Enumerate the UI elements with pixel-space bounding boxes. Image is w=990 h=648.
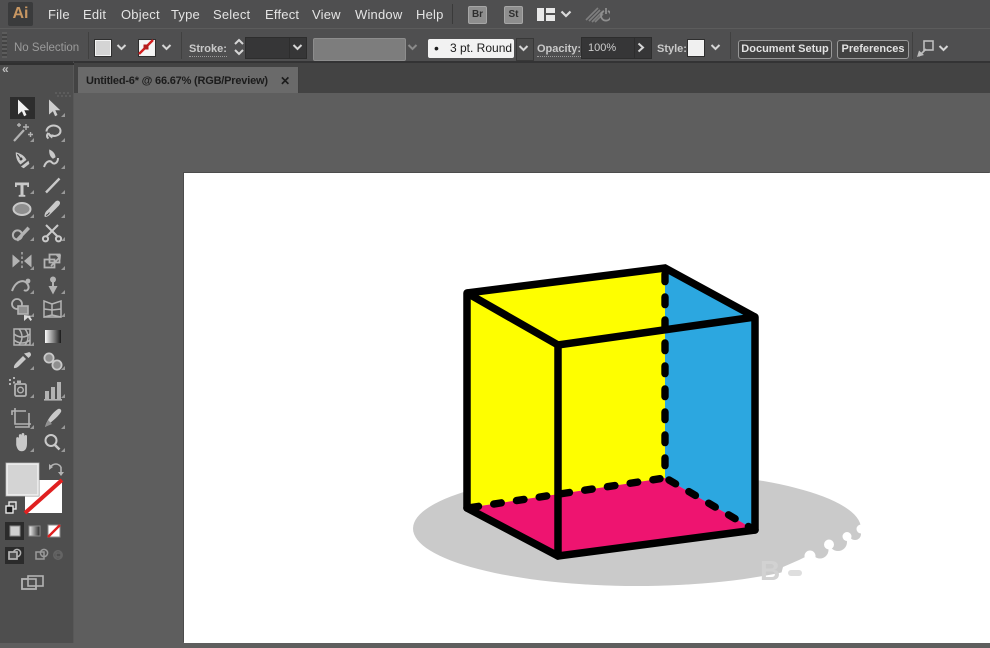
svg-text:B: B [760, 555, 780, 586]
